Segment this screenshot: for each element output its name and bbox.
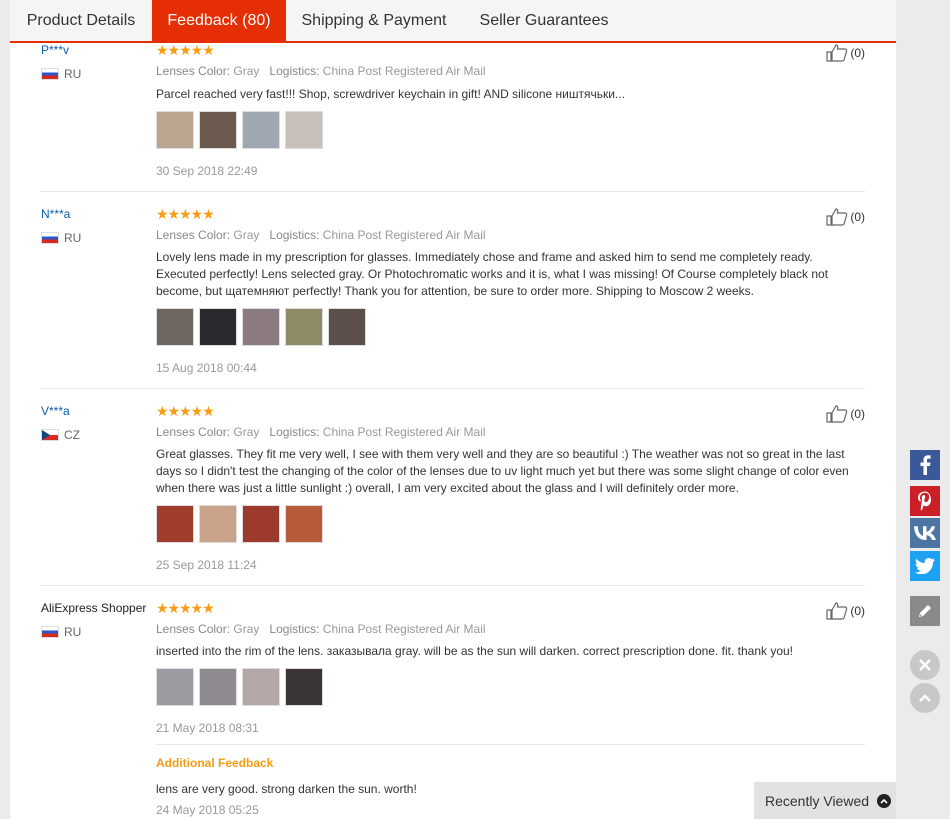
- rating-stars: ★★★★★: [156, 600, 215, 616]
- twitter-icon[interactable]: [910, 551, 940, 581]
- recently-viewed-label: Recently Viewed: [765, 792, 870, 809]
- review-photo[interactable]: [199, 668, 237, 706]
- review-photo[interactable]: [285, 668, 323, 706]
- review-photo[interactable]: [242, 668, 280, 706]
- additional-feedback-title: Additional Feedback: [156, 756, 274, 770]
- chevron-up-icon: [877, 793, 892, 808]
- scroll-top-icon[interactable]: [910, 683, 940, 713]
- additional-feedback-date: 24 May 2018 05:25: [156, 803, 259, 817]
- review-item: AliExpress Shopper RU ★★★★★ (0) Lenses C…: [40, 0, 865, 819]
- vk-icon[interactable]: [910, 518, 940, 548]
- reviewer-name[interactable]: AliExpress Shopper: [41, 601, 146, 615]
- facebook-icon[interactable]: [910, 450, 940, 480]
- review-photos: [156, 668, 328, 706]
- review-photo[interactable]: [156, 668, 194, 706]
- review-date: 21 May 2018 08:31: [156, 721, 259, 735]
- review-attributes: Lenses Color: Gray Logistics: China Post…: [156, 622, 486, 636]
- review-text: inserted into the rim of the lens. заказ…: [156, 644, 794, 658]
- recently-viewed-button[interactable]: Recently Viewed: [754, 782, 896, 819]
- reviewer-country: RU: [41, 625, 81, 639]
- edit-icon[interactable]: [910, 596, 940, 626]
- pinterest-icon[interactable]: [910, 486, 940, 516]
- helpful-button[interactable]: (0): [826, 602, 865, 620]
- product-page: Product Details Feedback (80) Shipping &…: [10, 0, 896, 819]
- thumbs-up-icon: [826, 602, 848, 620]
- close-icon[interactable]: [910, 650, 940, 680]
- review-divider: [156, 744, 865, 745]
- flag-ru-icon: [41, 626, 59, 638]
